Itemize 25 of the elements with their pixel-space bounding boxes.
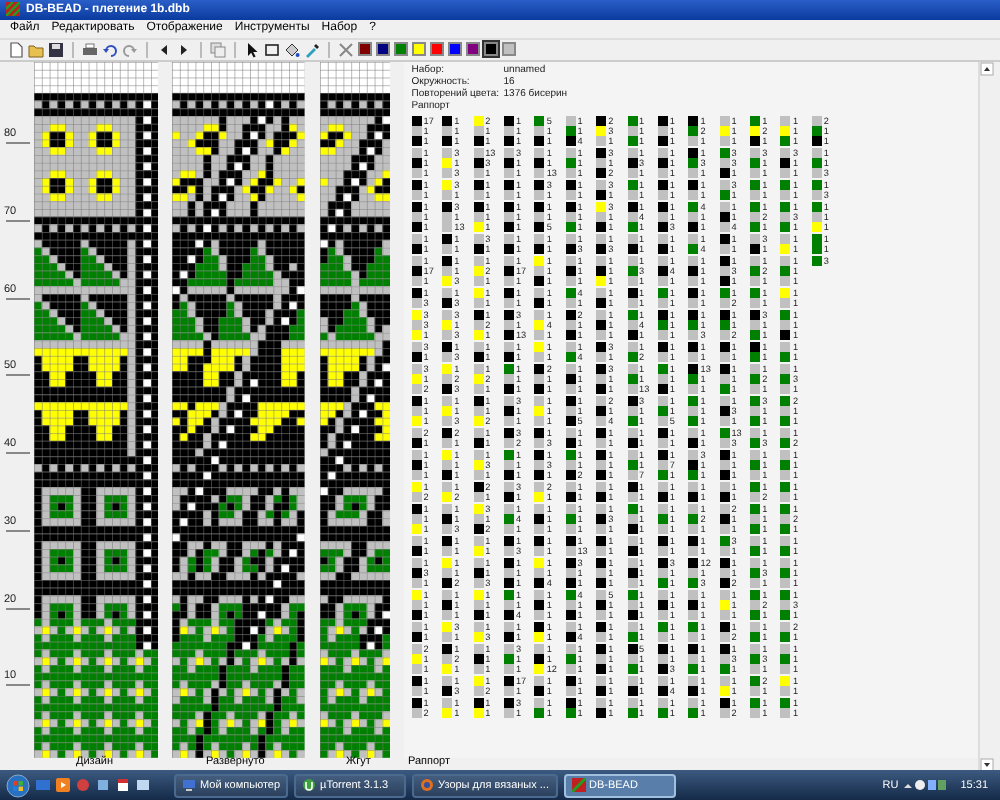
app-icon: [571, 778, 585, 793]
calendar-icon[interactable]: [116, 778, 130, 793]
fill-icon[interactable]: [284, 41, 300, 58]
left-arrow-icon[interactable]: [156, 41, 172, 58]
start-button-icon[interactable]: [6, 773, 30, 798]
eyedropper-icon[interactable]: [304, 41, 320, 58]
desktop-icon[interactable]: [36, 778, 50, 793]
new-file-icon[interactable]: [8, 41, 24, 58]
browser-icon[interactable]: [76, 778, 90, 793]
globe-icon: [420, 778, 435, 793]
undo-icon[interactable]: [102, 41, 118, 58]
app-icon: [6, 2, 20, 17]
window-icon[interactable]: [136, 778, 150, 793]
computer-icon: [182, 778, 196, 793]
media-player-icon[interactable]: [56, 778, 70, 793]
torrent-icon: [302, 778, 317, 793]
pointer-icon[interactable]: [244, 41, 260, 58]
scroll-up-icon[interactable]: [979, 62, 994, 77]
scroll-down-icon[interactable]: [979, 758, 994, 773]
print-icon[interactable]: [82, 41, 98, 58]
right-arrow-icon[interactable]: [176, 41, 192, 58]
network-icon[interactable]: [96, 778, 110, 793]
save-icon[interactable]: [48, 41, 64, 58]
tray-icons-drawing[interactable]: [904, 778, 949, 793]
rectangle-icon[interactable]: [264, 41, 280, 58]
